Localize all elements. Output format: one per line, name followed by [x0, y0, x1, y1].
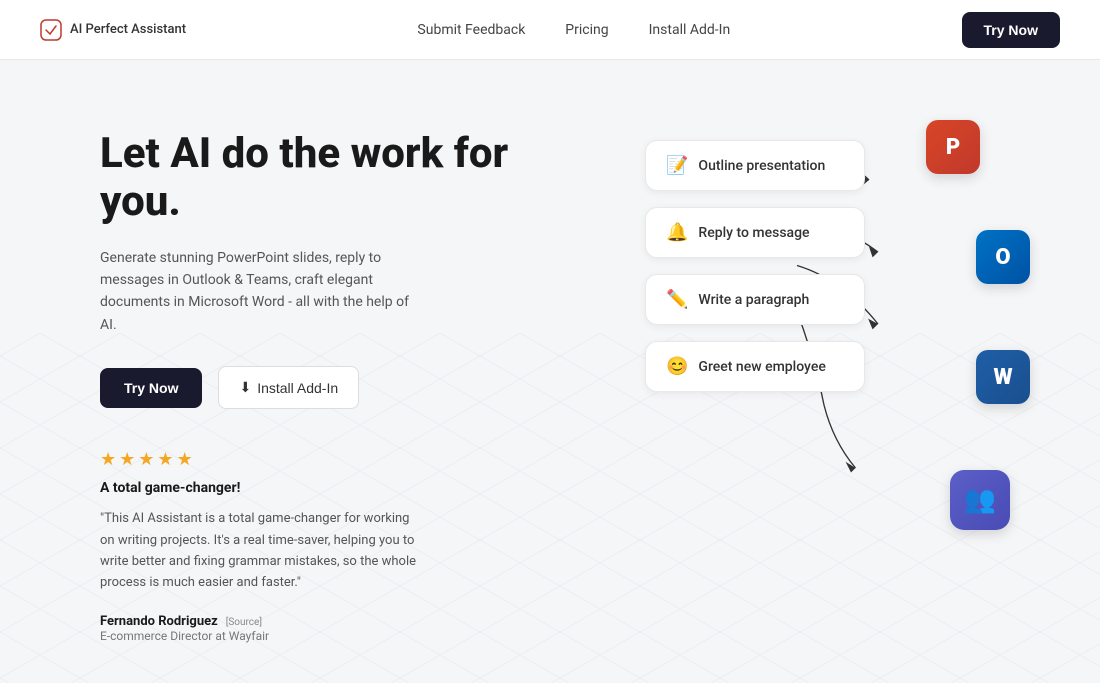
star-5: ★ — [177, 449, 193, 470]
star-3: ★ — [138, 449, 154, 470]
feature-cards: 📝 Outline presentation 🔔 Reply to messag… — [645, 140, 985, 408]
testimonial-title: A total game-changer! — [100, 480, 550, 496]
feature-card-2: ✏️ Write a paragraph — [645, 274, 865, 325]
right-section: 📝 Outline presentation 🔔 Reply to messag… — [590, 120, 1040, 600]
try-now-button[interactable]: Try Now — [100, 368, 202, 408]
author-name-line: Fernando Rodriguez [Source] — [100, 610, 550, 629]
hero-subtitle: Generate stunning PowerPoint slides, rep… — [100, 247, 420, 337]
feature-emoji-3: 😊 — [666, 356, 688, 377]
star-rating: ★ ★ ★ ★ ★ — [100, 449, 550, 470]
feature-emoji-1: 🔔 — [666, 222, 688, 243]
star-4: ★ — [157, 449, 173, 470]
powerpoint-icon: P — [926, 120, 980, 174]
brand-name: AI Perfect Assistant — [70, 22, 186, 37]
feature-text-2: Write a paragraph — [698, 292, 809, 308]
word-icon: W — [976, 350, 1030, 404]
feature-card-0: 📝 Outline presentation — [645, 140, 865, 191]
install-label: Install Add-In — [257, 380, 338, 396]
feature-text-0: Outline presentation — [698, 158, 825, 174]
star-1: ★ — [100, 449, 116, 470]
logo-icon — [40, 19, 62, 41]
feature-emoji-2: ✏️ — [666, 289, 688, 310]
nav-link-submit-feedback[interactable]: Submit Feedback — [417, 22, 525, 38]
main-content: Let AI do the work for you. Generate stu… — [0, 60, 1100, 683]
feature-card-1: 🔔 Reply to message — [645, 207, 865, 258]
feature-text-3: Greet new employee — [698, 359, 825, 375]
author-name: Fernando Rodriguez — [100, 614, 218, 629]
nav-link-pricing[interactable]: Pricing — [565, 22, 608, 38]
download-icon: ⬇ — [239, 379, 251, 396]
install-add-in-button[interactable]: ⬇ Install Add-In — [218, 366, 359, 409]
teams-icon: 👥 — [950, 470, 1010, 530]
nav-try-now-button[interactable]: Try Now — [962, 12, 1060, 48]
testimonial-author: Fernando Rodriguez [Source] E-commerce D… — [100, 610, 550, 643]
author-title: E-commerce Director at Wayfair — [100, 629, 550, 643]
star-2: ★ — [119, 449, 135, 470]
nav-logo[interactable]: AI Perfect Assistant — [40, 19, 186, 41]
navbar: AI Perfect Assistant Submit Feedback Pri… — [0, 0, 1100, 60]
feature-text-1: Reply to message — [698, 225, 809, 241]
feature-card-3: 😊 Greet new employee — [645, 341, 865, 392]
outlook-icon: O — [976, 230, 1030, 284]
cta-buttons: Try Now ⬇ Install Add-In — [100, 366, 550, 409]
feature-emoji-0: 📝 — [666, 155, 688, 176]
nav-link-install-add-in[interactable]: Install Add-In — [649, 22, 731, 38]
left-section: Let AI do the work for you. Generate stu… — [100, 120, 550, 643]
hero-title: Let AI do the work for you. — [100, 130, 550, 227]
testimonial-quote: "This AI Assistant is a total game-chang… — [100, 508, 420, 594]
nav-links: Submit Feedback Pricing Install Add-In — [417, 22, 730, 38]
